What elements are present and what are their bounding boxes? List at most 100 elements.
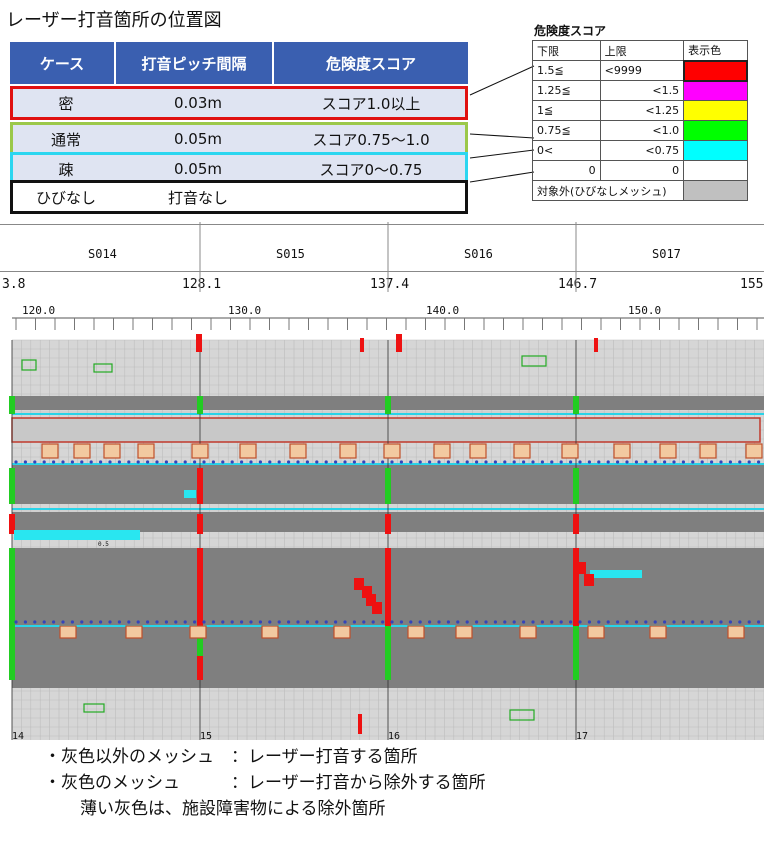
lower-bound: 0.75≦ <box>532 120 601 141</box>
mesh-dot <box>202 620 206 624</box>
mesh-dot <box>268 620 272 624</box>
mesh-dot <box>559 620 563 624</box>
mesh-dot <box>23 620 27 624</box>
mesh-dot <box>287 460 291 464</box>
mesh-dot <box>221 620 225 624</box>
mesh-dot <box>14 620 18 624</box>
color-swatch-gray <box>683 180 748 201</box>
mesh-dot <box>465 620 469 624</box>
mesh-dot <box>42 460 46 464</box>
mesh-dot <box>277 620 281 624</box>
column-band <box>573 548 579 626</box>
mesh-dot <box>52 620 56 624</box>
mesh-dot <box>23 460 27 464</box>
equipment-box <box>239 443 257 459</box>
note-line-2: ・灰色のメッシュ ：レーザー打音から除外する箇所 <box>44 773 486 793</box>
color-swatch-white <box>683 160 748 181</box>
mesh-dot <box>334 460 338 464</box>
mesh-dot <box>503 620 507 624</box>
mesh-dot <box>719 460 723 464</box>
equipment-box <box>73 443 91 459</box>
equipment-box <box>613 443 631 459</box>
equipment-box <box>333 625 351 639</box>
mesh-dot <box>559 460 563 464</box>
mesh-dot <box>305 620 309 624</box>
equipment-box <box>407 625 425 639</box>
color-swatch-yellow <box>683 100 748 121</box>
column-band-green <box>385 626 391 656</box>
mesh-dot <box>249 620 253 624</box>
mesh-dot <box>202 460 206 464</box>
mesh-dot <box>578 460 582 464</box>
equipment-box <box>41 443 59 459</box>
red-patch <box>576 562 586 574</box>
mesh-dot <box>399 460 403 464</box>
dense-area-outline <box>11 417 761 443</box>
equipment-box <box>587 625 605 639</box>
equipment-box <box>383 443 401 459</box>
mesh-dot <box>493 620 497 624</box>
upper-bound: <1.5 <box>599 80 685 101</box>
column-band-green <box>573 396 579 414</box>
mesh-dot <box>550 460 554 464</box>
score-row-excluded: 対象外(ひびなしメッシュ) <box>531 180 748 201</box>
mesh-dot <box>127 620 131 624</box>
score-row: 0.75≦ <1.0 <box>532 120 748 141</box>
pitch-row-normal: 通常 0.05m スコア0.75～1.0 <box>10 122 468 156</box>
mesh-dot <box>700 460 704 464</box>
mesh-dot <box>475 460 479 464</box>
score-row: 0< <0.75 <box>532 140 748 161</box>
lower-bound: 0< <box>532 140 601 161</box>
mesh-dot <box>747 620 751 624</box>
equipment-box <box>59 625 77 639</box>
mesh-dot <box>456 620 460 624</box>
equipment-box <box>191 443 209 459</box>
mesh-dot <box>484 460 488 464</box>
mesh-dot <box>249 460 253 464</box>
equipment-box <box>433 443 451 459</box>
mesh-dot <box>127 460 131 464</box>
mesh-dot <box>747 460 751 464</box>
mesh-dot <box>371 620 375 624</box>
mesh-dot <box>418 620 422 624</box>
mesh-dot <box>61 620 65 624</box>
score-cell <box>277 183 465 211</box>
excluded-label: 対象外(ひびなしメッシュ) <box>531 180 685 201</box>
mesh-dot <box>418 460 422 464</box>
case-cell: 通常 <box>50 130 81 149</box>
mesh-dot <box>146 620 150 624</box>
equipment-box <box>189 625 207 639</box>
score-table-title: 危険度スコア <box>534 24 607 38</box>
score-header-row: 下限 上限 表示色 <box>532 40 748 61</box>
column-band <box>197 548 203 626</box>
equipment-box <box>699 443 717 459</box>
mesh-dot <box>578 620 582 624</box>
mesh-dot <box>710 460 714 464</box>
red-patch <box>584 574 594 586</box>
mesh-dot <box>14 460 18 464</box>
mesh-dot <box>89 620 93 624</box>
mesh-dot <box>164 620 168 624</box>
mesh-dot <box>268 460 272 464</box>
mesh-dot <box>446 460 450 464</box>
score-table: 下限 上限 表示色 1.5≦ <9999 1.25≦ <1.5 1≦ <1.25… <box>531 40 749 201</box>
mesh-dot <box>136 620 140 624</box>
mesh-dot <box>625 620 629 624</box>
column-band <box>573 656 579 680</box>
mesh-dot <box>42 620 46 624</box>
equipment-box <box>455 625 473 639</box>
mesh-dot <box>663 620 667 624</box>
mesh-dot <box>155 620 159 624</box>
mesh-dot <box>296 460 300 464</box>
cyan-patch <box>184 490 196 498</box>
mesh-dot <box>606 620 610 624</box>
mesh-dot <box>352 460 356 464</box>
column-band <box>9 656 15 680</box>
score-header-color: 表示色 <box>683 40 748 61</box>
color-swatch-green <box>683 120 748 141</box>
mesh-dot <box>428 460 432 464</box>
red-patch <box>372 602 382 614</box>
pitch-cell: 0.03m <box>173 94 222 112</box>
mesh-dot <box>409 460 413 464</box>
mesh-dot <box>221 460 225 464</box>
